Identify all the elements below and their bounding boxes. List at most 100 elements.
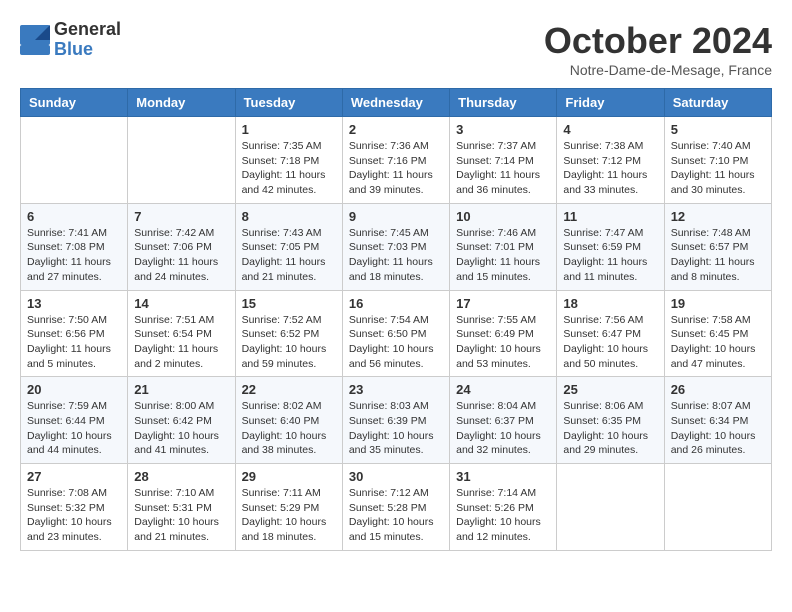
day-number: 24	[456, 382, 550, 397]
day-number: 13	[27, 296, 121, 311]
weekday-header-monday: Monday	[128, 89, 235, 117]
day-number: 30	[349, 469, 443, 484]
page-header: General Blue October 2024 Notre-Dame-de-…	[20, 20, 772, 78]
day-info: Sunrise: 7:41 AM Sunset: 7:08 PM Dayligh…	[27, 226, 121, 285]
calendar-cell: 11 Sunrise: 7:47 AM Sunset: 6:59 PM Dayli…	[557, 203, 664, 290]
day-number: 9	[349, 209, 443, 224]
calendar-cell: 2 Sunrise: 7:36 AM Sunset: 7:16 PM Daylig…	[342, 117, 449, 204]
month-title: October 2024	[544, 20, 772, 62]
location: Notre-Dame-de-Mesage, France	[544, 62, 772, 78]
weekday-header-friday: Friday	[557, 89, 664, 117]
day-info: Sunrise: 7:59 AM Sunset: 6:44 PM Dayligh…	[27, 399, 121, 458]
calendar-cell	[557, 464, 664, 551]
calendar-cell	[128, 117, 235, 204]
calendar-cell: 20Sunrise: 7:59 AM Sunset: 6:44 PM Dayli…	[21, 377, 128, 464]
day-info: Sunrise: 7:55 AM Sunset: 6:49 PM Dayligh…	[456, 313, 550, 372]
day-info: Sunrise: 7:12 AM Sunset: 5:28 PM Dayligh…	[349, 486, 443, 545]
day-number: 21	[134, 382, 228, 397]
logo-icon	[20, 25, 50, 55]
calendar-header: SundayMondayTuesdayWednesdayThursdayFrid…	[21, 89, 772, 117]
calendar-cell: 26 Sunrise: 8:07 AM Sunset: 6:34 PM Dayli…	[664, 377, 771, 464]
logo-general: General	[54, 20, 121, 40]
day-info: Sunrise: 7:48 AM Sunset: 6:57 PM Dayligh…	[671, 226, 765, 285]
day-number: 2	[349, 122, 443, 137]
day-info: Sunrise: 8:03 AM Sunset: 6:39 PM Dayligh…	[349, 399, 443, 458]
day-info: Sunrise: 7:54 AM Sunset: 6:50 PM Dayligh…	[349, 313, 443, 372]
day-info: Sunrise: 7:38 AM Sunset: 7:12 PM Dayligh…	[563, 139, 657, 198]
day-info: Sunrise: 7:11 AM Sunset: 5:29 PM Dayligh…	[242, 486, 336, 545]
weekday-row: SundayMondayTuesdayWednesdayThursdayFrid…	[21, 89, 772, 117]
calendar-cell: 17 Sunrise: 7:55 AM Sunset: 6:49 PM Dayli…	[450, 290, 557, 377]
day-number: 7	[134, 209, 228, 224]
day-number: 25	[563, 382, 657, 397]
day-info: Sunrise: 7:45 AM Sunset: 7:03 PM Dayligh…	[349, 226, 443, 285]
weekday-header-sunday: Sunday	[21, 89, 128, 117]
calendar-cell: 22 Sunrise: 8:02 AM Sunset: 6:40 PM Dayli…	[235, 377, 342, 464]
weekday-header-tuesday: Tuesday	[235, 89, 342, 117]
calendar-cell: 31 Sunrise: 7:14 AM Sunset: 5:26 PM Dayli…	[450, 464, 557, 551]
day-info: Sunrise: 8:02 AM Sunset: 6:40 PM Dayligh…	[242, 399, 336, 458]
day-info: Sunrise: 7:36 AM Sunset: 7:16 PM Dayligh…	[349, 139, 443, 198]
logo-blue: Blue	[54, 40, 121, 60]
day-info: Sunrise: 7:37 AM Sunset: 7:14 PM Dayligh…	[456, 139, 550, 198]
calendar-week-3: 13 Sunrise: 7:50 AM Sunset: 6:56 PM Dayli…	[21, 290, 772, 377]
calendar-cell: 1Sunrise: 7:35 AM Sunset: 7:18 PM Daylig…	[235, 117, 342, 204]
weekday-header-wednesday: Wednesday	[342, 89, 449, 117]
day-info: Sunrise: 7:47 AM Sunset: 6:59 PM Dayligh…	[563, 226, 657, 285]
calendar-cell: 19Sunrise: 7:58 AM Sunset: 6:45 PM Dayli…	[664, 290, 771, 377]
day-number: 26	[671, 382, 765, 397]
day-number: 22	[242, 382, 336, 397]
day-info: Sunrise: 7:56 AM Sunset: 6:47 PM Dayligh…	[563, 313, 657, 372]
day-number: 11	[563, 209, 657, 224]
day-info: Sunrise: 7:35 AM Sunset: 7:18 PM Dayligh…	[242, 139, 336, 198]
calendar-cell: 9 Sunrise: 7:45 AM Sunset: 7:03 PM Daylig…	[342, 203, 449, 290]
calendar-cell: 30 Sunrise: 7:12 AM Sunset: 5:28 PM Dayli…	[342, 464, 449, 551]
day-number: 23	[349, 382, 443, 397]
calendar-cell: 3 Sunrise: 7:37 AM Sunset: 7:14 PM Daylig…	[450, 117, 557, 204]
calendar-cell: 5Sunrise: 7:40 AM Sunset: 7:10 PM Daylig…	[664, 117, 771, 204]
logo: General Blue	[20, 20, 121, 60]
calendar-cell	[664, 464, 771, 551]
calendar-cell: 10 Sunrise: 7:46 AM Sunset: 7:01 PM Dayli…	[450, 203, 557, 290]
calendar-cell: 27 Sunrise: 7:08 AM Sunset: 5:32 PM Dayli…	[21, 464, 128, 551]
calendar-cell: 7 Sunrise: 7:42 AM Sunset: 7:06 PM Daylig…	[128, 203, 235, 290]
day-info: Sunrise: 8:07 AM Sunset: 6:34 PM Dayligh…	[671, 399, 765, 458]
day-number: 31	[456, 469, 550, 484]
calendar-week-2: 6 Sunrise: 7:41 AM Sunset: 7:08 PM Daylig…	[21, 203, 772, 290]
day-info: Sunrise: 7:14 AM Sunset: 5:26 PM Dayligh…	[456, 486, 550, 545]
day-number: 15	[242, 296, 336, 311]
calendar-cell: 4Sunrise: 7:38 AM Sunset: 7:12 PM Daylig…	[557, 117, 664, 204]
day-info: Sunrise: 7:50 AM Sunset: 6:56 PM Dayligh…	[27, 313, 121, 372]
calendar-cell: 25 Sunrise: 8:06 AM Sunset: 6:35 PM Dayli…	[557, 377, 664, 464]
calendar-cell: 13 Sunrise: 7:50 AM Sunset: 6:56 PM Dayli…	[21, 290, 128, 377]
calendar-table: SundayMondayTuesdayWednesdayThursdayFrid…	[20, 88, 772, 551]
day-number: 17	[456, 296, 550, 311]
calendar-cell: 12 Sunrise: 7:48 AM Sunset: 6:57 PM Dayli…	[664, 203, 771, 290]
calendar-cell: 8 Sunrise: 7:43 AM Sunset: 7:05 PM Daylig…	[235, 203, 342, 290]
day-number: 5	[671, 122, 765, 137]
day-info: Sunrise: 7:43 AM Sunset: 7:05 PM Dayligh…	[242, 226, 336, 285]
day-info: Sunrise: 8:06 AM Sunset: 6:35 PM Dayligh…	[563, 399, 657, 458]
day-info: Sunrise: 7:42 AM Sunset: 7:06 PM Dayligh…	[134, 226, 228, 285]
day-number: 28	[134, 469, 228, 484]
day-number: 6	[27, 209, 121, 224]
day-number: 10	[456, 209, 550, 224]
day-info: Sunrise: 7:08 AM Sunset: 5:32 PM Dayligh…	[27, 486, 121, 545]
calendar-week-5: 27 Sunrise: 7:08 AM Sunset: 5:32 PM Dayli…	[21, 464, 772, 551]
day-number: 3	[456, 122, 550, 137]
calendar-week-1: 1Sunrise: 7:35 AM Sunset: 7:18 PM Daylig…	[21, 117, 772, 204]
calendar-week-4: 20Sunrise: 7:59 AM Sunset: 6:44 PM Dayli…	[21, 377, 772, 464]
weekday-header-thursday: Thursday	[450, 89, 557, 117]
title-area: October 2024 Notre-Dame-de-Mesage, Franc…	[544, 20, 772, 78]
day-number: 18	[563, 296, 657, 311]
calendar-cell: 23 Sunrise: 8:03 AM Sunset: 6:39 PM Dayli…	[342, 377, 449, 464]
calendar-cell: 18 Sunrise: 7:56 AM Sunset: 6:47 PM Dayli…	[557, 290, 664, 377]
calendar-cell: 14Sunrise: 7:51 AM Sunset: 6:54 PM Dayli…	[128, 290, 235, 377]
calendar-cell: 6 Sunrise: 7:41 AM Sunset: 7:08 PM Daylig…	[21, 203, 128, 290]
calendar-cell: 28Sunrise: 7:10 AM Sunset: 5:31 PM Dayli…	[128, 464, 235, 551]
day-info: Sunrise: 7:51 AM Sunset: 6:54 PM Dayligh…	[134, 313, 228, 372]
day-number: 12	[671, 209, 765, 224]
day-info: Sunrise: 7:46 AM Sunset: 7:01 PM Dayligh…	[456, 226, 550, 285]
day-number: 8	[242, 209, 336, 224]
day-number: 27	[27, 469, 121, 484]
